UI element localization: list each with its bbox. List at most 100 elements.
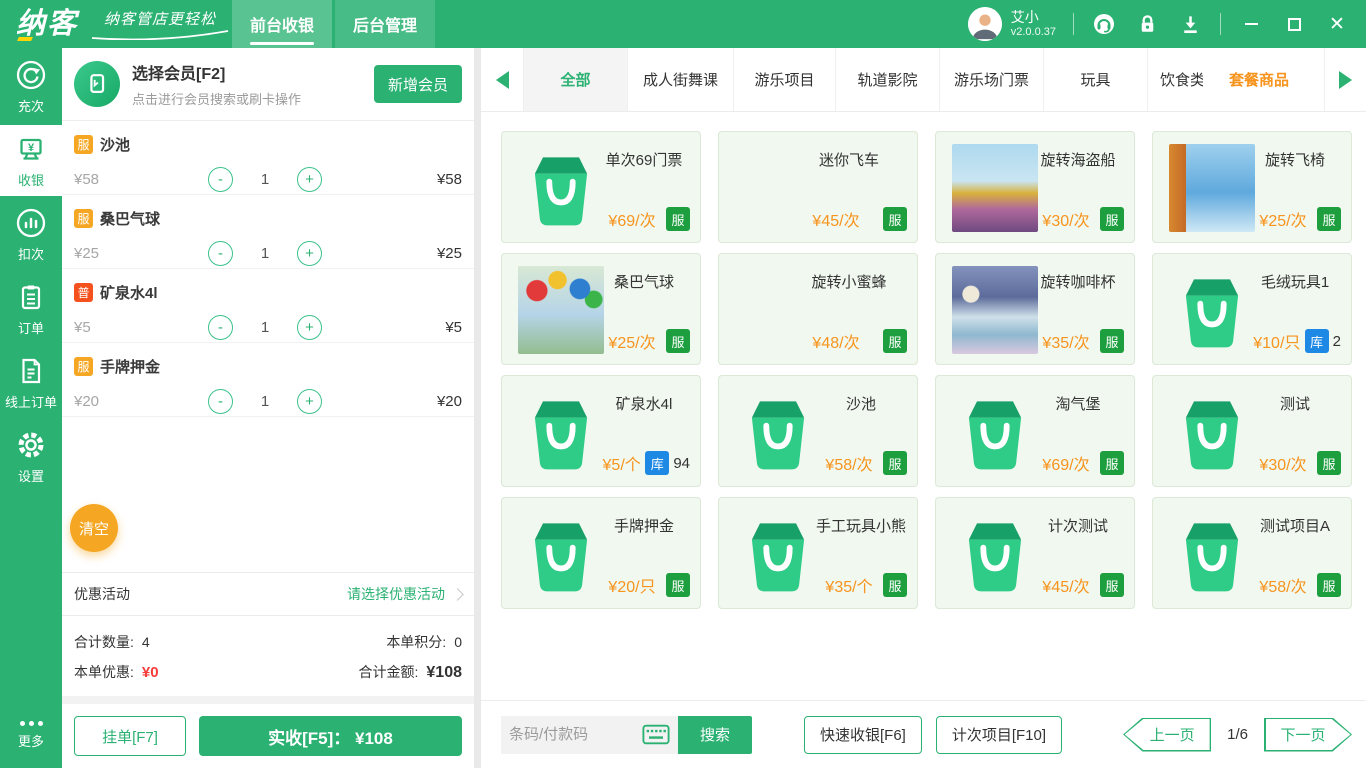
sidebar-item-settings[interactable]: 设置 bbox=[0, 421, 62, 492]
close-button[interactable]: ✕ bbox=[1324, 11, 1350, 37]
product-price: ¥45/次 bbox=[789, 207, 883, 231]
keyboard-icon[interactable] bbox=[642, 724, 670, 745]
product-card[interactable]: 测试项目A ¥58/次服 bbox=[1152, 497, 1352, 609]
add-member-button[interactable]: 新增会员 bbox=[374, 65, 462, 103]
total-qty-value: 4 bbox=[142, 634, 150, 650]
more-dots-icon bbox=[20, 721, 43, 726]
increase-button[interactable]: + bbox=[297, 315, 322, 340]
product-card[interactable]: 旋转小蜜蜂 ¥48/次服 bbox=[718, 253, 918, 365]
deduct-icon bbox=[15, 207, 47, 239]
increase-button[interactable]: + bbox=[297, 241, 322, 266]
increase-button[interactable]: + bbox=[297, 389, 322, 414]
promo-row: 优惠活动 请选择优惠活动 bbox=[62, 572, 474, 616]
lock-icon[interactable] bbox=[1134, 11, 1160, 37]
product-card[interactable]: 矿泉水4l ¥5/个库94 bbox=[501, 375, 701, 487]
product-photo bbox=[518, 266, 604, 354]
total-amount-value: ¥108 bbox=[426, 664, 462, 682]
product-price: ¥69/次 bbox=[1032, 451, 1100, 475]
product-card[interactable]: 沙池 ¥58/次服 bbox=[718, 375, 918, 487]
arrow-right-icon bbox=[1339, 71, 1352, 89]
sidebar-item-orders[interactable]: 订单 bbox=[0, 273, 62, 344]
product-price: ¥10/只 bbox=[1249, 329, 1305, 353]
decrease-button[interactable]: - bbox=[208, 389, 233, 414]
cart-panel: 选择会员[F2] 点击进行会员搜索或刷卡操作 新增会员 服 沙池 ¥58 - bbox=[62, 48, 474, 768]
stock-count: 94 bbox=[673, 455, 690, 472]
product-card[interactable]: 手工玩具小熊 ¥35/个服 bbox=[718, 497, 918, 609]
promo-label: 优惠活动 bbox=[74, 584, 130, 604]
product-card[interactable]: 旋转飞椅 ¥25/次服 bbox=[1152, 131, 1352, 243]
decrease-button[interactable]: - bbox=[208, 167, 233, 192]
sidebar-item-more[interactable]: 更多 bbox=[0, 702, 62, 768]
quick-cashier-button[interactable]: 快速收银[F6] bbox=[804, 716, 922, 754]
cart-item: 服 手牌押金 ¥20 - 1 + ¥20 bbox=[62, 343, 474, 417]
service-badge: 服 bbox=[1317, 207, 1341, 231]
category-tab[interactable]: 游乐场门票 bbox=[939, 48, 1043, 111]
count-item-button[interactable]: 计次项目[F10] bbox=[936, 716, 1062, 754]
hold-order-button[interactable]: 挂单[F7] bbox=[74, 716, 186, 756]
product-photo bbox=[952, 266, 1038, 354]
product-card[interactable]: 计次测试 ¥45/次服 bbox=[935, 497, 1135, 609]
item-total: ¥58 bbox=[437, 171, 462, 188]
product-card[interactable]: 毛绒玩具1 ¥10/只库2 bbox=[1152, 253, 1352, 365]
divider bbox=[1073, 13, 1074, 35]
category-tab[interactable]: 成人街舞课 bbox=[627, 48, 733, 111]
category-tab[interactable]: 游乐项目 bbox=[733, 48, 835, 111]
slogan-underline-swoosh bbox=[90, 30, 230, 40]
product-card[interactable]: 单次69门票 ¥69/次服 bbox=[501, 131, 701, 243]
total-qty-label: 合计数量: bbox=[74, 632, 134, 652]
download-icon[interactable] bbox=[1177, 11, 1203, 37]
member-select-area[interactable]: 选择会员[F2] 点击进行会员搜索或刷卡操作 新增会员 bbox=[62, 48, 474, 121]
sidebar-item-deduct[interactable]: 扣次 bbox=[0, 199, 62, 270]
sidebar-item-cashier[interactable]: ¥ 收银 bbox=[0, 125, 62, 196]
product-card[interactable]: 旋转海盗船 ¥30/次服 bbox=[935, 131, 1135, 243]
support-icon[interactable] bbox=[1091, 11, 1117, 37]
shopping-bag-icon bbox=[733, 387, 823, 477]
product-card[interactable]: 手牌押金 ¥20/只服 bbox=[501, 497, 701, 609]
product-card[interactable]: 测试 ¥30/次服 bbox=[1152, 375, 1352, 487]
category-tab[interactable]: 轨道影院 bbox=[835, 48, 939, 111]
item-type-badge: 服 bbox=[74, 209, 93, 228]
product-card[interactable]: 迷你飞车 ¥45/次服 bbox=[718, 131, 918, 243]
category-tab-all[interactable]: 全部 bbox=[523, 48, 627, 111]
category-scroll-right-button[interactable] bbox=[1324, 48, 1366, 111]
increase-button[interactable]: + bbox=[297, 167, 322, 192]
item-name: 桑巴气球 bbox=[100, 208, 160, 229]
product-name: 手工玩具小熊 bbox=[813, 515, 909, 536]
decrease-button[interactable]: - bbox=[208, 315, 233, 340]
category-tab[interactable]: 玩具 bbox=[1043, 48, 1147, 111]
minimize-button[interactable] bbox=[1238, 11, 1264, 37]
maximize-button[interactable] bbox=[1281, 11, 1307, 37]
service-badge: 服 bbox=[666, 207, 690, 231]
shopping-bag-icon bbox=[516, 143, 606, 233]
nav-tab-front-cashier[interactable]: 前台收银 bbox=[232, 0, 332, 48]
product-card[interactable]: 桑巴气球 ¥25/次服 bbox=[501, 253, 701, 365]
product-name: 淘气堡 bbox=[1030, 393, 1126, 414]
nav-tab-backend-admin[interactable]: 后台管理 bbox=[335, 0, 435, 48]
category-tab[interactable]: 饮食类 bbox=[1147, 48, 1203, 111]
barcode-input[interactable] bbox=[509, 726, 642, 743]
product-price: ¥35/个 bbox=[815, 573, 883, 597]
checkout-button[interactable]: 实收[F5]： ¥108 bbox=[199, 716, 462, 756]
category-scroll-left-button[interactable] bbox=[481, 48, 523, 111]
select-promo-link[interactable]: 请选择优惠活动 bbox=[347, 584, 462, 604]
page-indicator: 1/6 bbox=[1227, 726, 1248, 743]
next-page-button[interactable]: 下一页 bbox=[1264, 718, 1352, 752]
product-card[interactable]: 淘气堡 ¥69/次服 bbox=[935, 375, 1135, 487]
sidebar: 充次 ¥ 收银 扣次 订单 线上订单 设置 bbox=[0, 48, 62, 768]
item-unit-price: ¥5 bbox=[74, 319, 146, 336]
product-name: 测试项目A bbox=[1247, 515, 1343, 536]
search-button[interactable]: 搜索 bbox=[678, 716, 752, 754]
product-name: 测试 bbox=[1247, 393, 1343, 414]
stock-count: 2 bbox=[1333, 333, 1341, 350]
category-tab-combo[interactable]: 套餐商品 bbox=[1203, 48, 1315, 111]
product-price: ¥48/次 bbox=[789, 329, 883, 353]
prev-page-button[interactable]: 上一页 bbox=[1123, 718, 1211, 752]
sidebar-item-recharge[interactable]: 充次 bbox=[0, 51, 62, 122]
shopping-bag-icon bbox=[516, 387, 606, 477]
pagination: 上一页 1/6 下一页 bbox=[1123, 718, 1352, 752]
product-card[interactable]: 旋转咖啡杯 ¥35/次服 bbox=[935, 253, 1135, 365]
sidebar-item-online-orders[interactable]: 线上订单 bbox=[0, 347, 62, 418]
clear-cart-button[interactable]: 清空 bbox=[70, 504, 118, 552]
decrease-button[interactable]: - bbox=[208, 241, 233, 266]
avatar[interactable] bbox=[968, 7, 1002, 41]
